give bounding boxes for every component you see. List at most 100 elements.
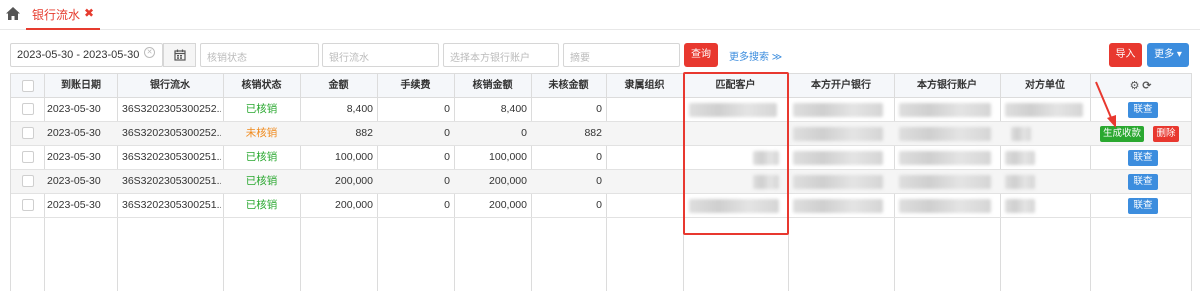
header-flow[interactable]: 银行流水 [117, 74, 223, 98]
lookup-button[interactable]: 联查 [1128, 198, 1158, 214]
cell-status: 已核销 [245, 103, 278, 115]
header-verified[interactable]: 核销金额 [454, 74, 531, 98]
table-header: 到账日期 银行流水 核销状态 金额 手续费 核销金额 未核金额 隶属组织 匹配客… [11, 74, 1191, 98]
annotation-arrow-icon [1095, 81, 1116, 128]
redacted-customer [753, 151, 779, 165]
cell-flow: 36S3202305300251... [122, 175, 221, 187]
table-row[interactable]: 2023-05-30 36S3202305300251... 已核销 200,0… [11, 170, 1191, 194]
status-placeholder: 核销状态 [207, 53, 247, 64]
redacted-bank [793, 175, 883, 189]
cell-fee: 0 [444, 103, 450, 115]
redacted-account [899, 103, 991, 117]
lookup-button[interactable]: 联查 [1128, 102, 1158, 118]
cell-status: 已核销 [245, 151, 278, 163]
header-unverified[interactable]: 未核金额 [531, 74, 606, 98]
redacted-bank [793, 127, 883, 141]
header-own-bank[interactable]: 本方开户银行 [788, 74, 894, 98]
cell-amount: 200,000 [335, 199, 373, 211]
row-checkbox[interactable] [22, 151, 34, 163]
redacted-account [899, 151, 991, 165]
redacted-counterparty [1011, 127, 1031, 141]
gear-icon[interactable]: ⚙ [1130, 80, 1140, 92]
redacted-bank [793, 151, 883, 165]
header-organization[interactable]: 隶属组织 [606, 74, 683, 98]
close-icon[interactable]: ✖ [84, 6, 94, 28]
calendar-icon [174, 49, 186, 61]
header-fee[interactable]: 手续费 [377, 74, 454, 98]
redacted-counterparty [1005, 103, 1083, 117]
date-range-input[interactable]: 2023-05-30 - 2023-05-30 ✕ [10, 43, 163, 67]
row-checkbox[interactable] [22, 103, 34, 115]
header-date[interactable]: 到账日期 [45, 74, 117, 98]
clear-date-icon[interactable]: ✕ [144, 47, 155, 58]
cell-status: 已核销 [245, 175, 278, 187]
delete-button[interactable]: 删除 [1153, 126, 1179, 142]
row-checkbox[interactable] [22, 199, 34, 211]
cell-date: 2023-05-30 [47, 103, 101, 115]
redacted-customer [689, 199, 779, 213]
header-own-account[interactable]: 本方银行账户 [894, 74, 1000, 98]
cell-amount: 100,000 [335, 151, 373, 163]
status-select[interactable]: 核销状态 [200, 43, 319, 67]
cell-flow: 36S3202305300252... [122, 127, 221, 139]
summary-placeholder: 摘要 [570, 53, 590, 64]
redacted-customer [753, 175, 779, 189]
cell-unverified: 882 [584, 127, 602, 139]
redacted-account [899, 127, 991, 141]
tab-label: 银行流水 [32, 8, 81, 22]
table-row[interactable]: 2023-05-30 36S3202305300252... 未核销 882 0… [11, 122, 1191, 146]
flow-input[interactable]: 银行流水 [322, 43, 439, 67]
cell-unverified: 0 [596, 151, 602, 163]
more-button[interactable]: 更多 ▾ [1147, 43, 1189, 67]
cell-status: 已核销 [245, 199, 278, 211]
flow-placeholder: 银行流水 [329, 53, 369, 64]
header-counterparty[interactable]: 对方单位 [1000, 74, 1090, 98]
redacted-counterparty [1005, 151, 1035, 165]
lookup-button[interactable]: 联查 [1128, 150, 1158, 166]
table-row[interactable]: 2023-05-30 36S3202305300252... 已核销 8,400… [11, 98, 1191, 122]
home-icon[interactable] [6, 7, 20, 20]
cell-date: 2023-05-30 [47, 151, 101, 163]
cell-verified: 100,000 [489, 151, 527, 163]
header-status[interactable]: 核销状态 [223, 74, 300, 98]
cell-fee: 0 [444, 127, 450, 139]
summary-input[interactable]: 摘要 [563, 43, 680, 67]
header-matched-customer[interactable]: 匹配客户 [683, 74, 788, 98]
select-all-checkbox[interactable] [22, 80, 34, 92]
account-select[interactable]: 选择本方银行账户 [443, 43, 559, 67]
cell-fee: 0 [444, 175, 450, 187]
cell-status: 未核销 [245, 127, 278, 139]
cell-verified: 0 [521, 127, 527, 139]
date-range-value: 2023-05-30 - 2023-05-30 [17, 49, 140, 61]
lookup-button[interactable]: 联查 [1128, 174, 1158, 190]
row-checkbox[interactable] [22, 175, 34, 187]
cell-fee: 0 [444, 199, 450, 211]
redacted-counterparty [1005, 199, 1035, 213]
cell-flow: 36S3202305300251... [122, 199, 221, 211]
import-button[interactable]: 导入 [1109, 43, 1142, 67]
cell-amount: 882 [355, 127, 373, 139]
table-row[interactable]: 2023-05-30 36S3202305300251... 已核销 100,0… [11, 146, 1191, 170]
redacted-bank [793, 199, 883, 213]
cell-flow: 36S3202305300251... [122, 151, 221, 163]
redacted-account [899, 199, 991, 213]
refresh-icon[interactable]: ⟳ [1142, 80, 1151, 92]
query-button[interactable]: 查询 [684, 43, 718, 67]
cell-unverified: 0 [596, 199, 602, 211]
redacted-bank [793, 103, 883, 117]
table-row[interactable]: 2023-05-30 36S3202305300251... 已核销 200,0… [11, 194, 1191, 218]
tab-bar: 银行流水 ✖ [0, 0, 1200, 30]
filter-toolbar: 2023-05-30 - 2023-05-30 ✕ 核销状态 银行流水 选择本方… [0, 40, 1200, 70]
redacted-account [899, 175, 991, 189]
cell-date: 2023-05-30 [47, 175, 101, 187]
redacted-counterparty [1005, 175, 1035, 189]
redacted-customer [689, 103, 777, 117]
cell-date: 2023-05-30 [47, 127, 101, 139]
header-amount[interactable]: 金额 [300, 74, 377, 98]
more-search-link[interactable]: 更多搜索 ≫ [729, 48, 782, 63]
bank-flow-table: 到账日期 银行流水 核销状态 金额 手续费 核销金额 未核金额 隶属组织 匹配客… [10, 73, 1192, 291]
cell-fee: 0 [444, 151, 450, 163]
calendar-button[interactable] [163, 43, 196, 67]
tab-bank-flow[interactable]: 银行流水 ✖ [26, 0, 101, 30]
row-checkbox[interactable] [22, 127, 34, 139]
